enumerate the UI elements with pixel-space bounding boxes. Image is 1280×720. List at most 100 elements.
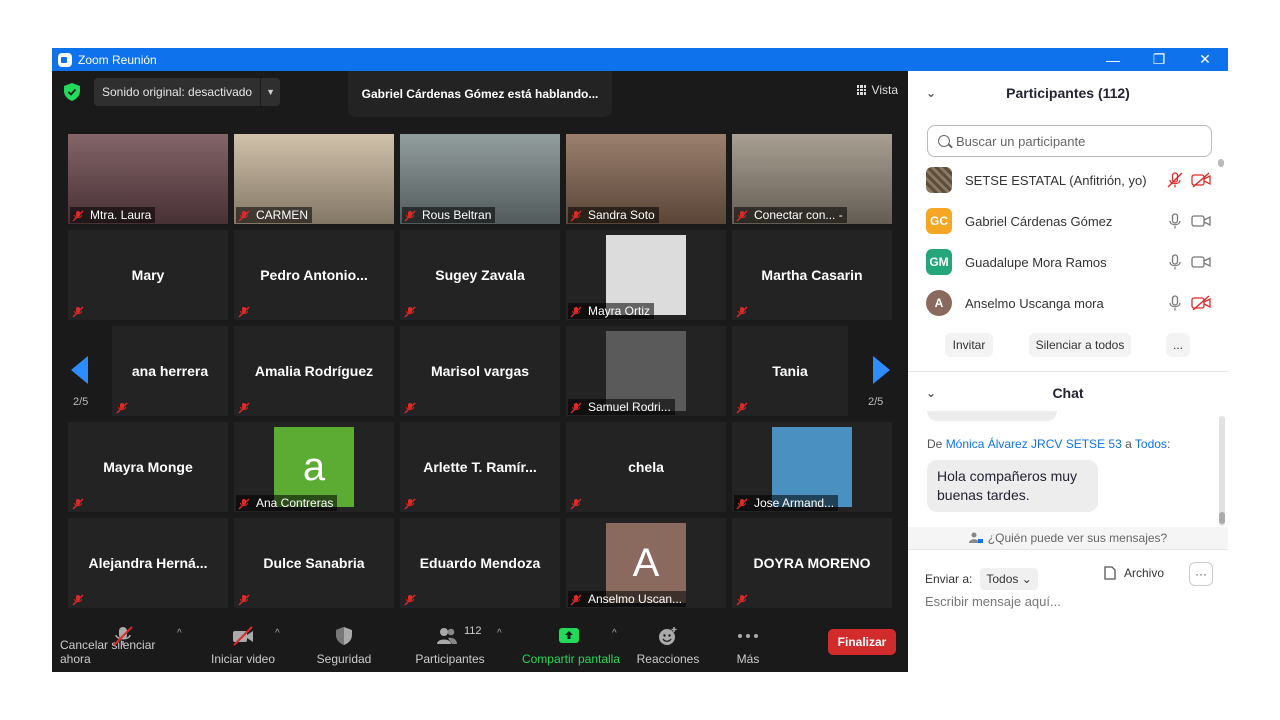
recipient-name[interactable]: Todos (1135, 437, 1167, 451)
chat-input-divider (908, 549, 1228, 550)
participant-row[interactable]: SETSE ESTATAL (Anfitrión, yo) (926, 166, 1211, 194)
video-camera-icon[interactable] (1191, 213, 1211, 229)
sender-name[interactable]: Mónica Álvarez JRCV SETSE 53 (946, 437, 1122, 451)
participant-tile[interactable]: Mayra Ortiz (566, 230, 726, 320)
previous-page-arrow-icon[interactable] (71, 356, 89, 384)
file-button[interactable]: Archivo (1104, 566, 1164, 580)
next-page-arrow-icon[interactable] (872, 356, 890, 384)
unmute-button[interactable]: Cancelar silenciar ahora (60, 618, 188, 672)
chat-collapse-chevron-icon[interactable]: ⌄ (926, 386, 936, 400)
who-can-see-label: ¿Quién puede ver sus mensajes? (987, 531, 1168, 545)
minimize-button[interactable]: — (1090, 48, 1136, 71)
more-dots-icon (738, 634, 758, 638)
participant-tile[interactable]: a Ana Contreras (234, 422, 394, 512)
colon: : (1166, 437, 1171, 451)
participant-search-input[interactable]: Buscar un participante (927, 125, 1212, 157)
end-meeting-button[interactable]: Finalizar (828, 629, 896, 655)
video-camera-icon[interactable] (1191, 254, 1211, 270)
participant-row[interactable]: GC Gabriel Cárdenas Gómez (926, 207, 1211, 235)
reactions-button[interactable]: Reacciones (632, 618, 704, 672)
microphone-icon[interactable] (1165, 213, 1185, 229)
original-sound-toggle[interactable]: Sonido original: desactivado ▼ (94, 78, 281, 106)
participant-tile[interactable]: Jose Armand... (732, 422, 892, 512)
participant-tile[interactable]: A Anselmo Uscan... (566, 518, 726, 608)
avatar (926, 167, 952, 193)
send-to-label: Enviar a: (925, 572, 973, 586)
participant-tile[interactable]: Sugey Zavala (400, 230, 560, 320)
page-indicator-right: 2/5 (868, 396, 884, 408)
audio-options-caret-icon[interactable]: ^ (177, 628, 182, 639)
participant-tile[interactable]: CARMEN (234, 134, 394, 224)
participant-tile[interactable]: Mtra. Laura (68, 134, 228, 224)
more-button[interactable]: Más (724, 618, 772, 672)
start-video-button[interactable]: Iniciar video (202, 618, 284, 672)
microphone-icon[interactable] (1165, 254, 1185, 270)
who-can-see-messages[interactable]: ¿Quién puede ver sus mensajes? (908, 527, 1228, 549)
chevron-down-icon[interactable]: ▼ (260, 78, 280, 106)
share-options-caret-icon[interactable]: ^ (612, 628, 617, 639)
person-lock-icon (968, 532, 983, 543)
participant-tile[interactable]: Sandra Soto (566, 134, 726, 224)
participant-tile[interactable]: Marisol vargas (400, 326, 560, 416)
participant-name: Alejandra Herná... (88, 555, 208, 571)
participant-name: SETSE ESTATAL (Anfitrión, yo) (965, 172, 1147, 188)
invite-button[interactable]: Invitar (945, 333, 993, 357)
participants-more-button[interactable]: ... (1166, 333, 1190, 357)
chat-scroll-track[interactable] (1219, 416, 1225, 526)
participant-tile[interactable]: Eduardo Mendoza (400, 518, 560, 608)
security-label: Seguridad (316, 652, 372, 666)
microphone-muted-icon (736, 209, 748, 222)
participant-tile[interactable]: Rous Beltran (400, 134, 560, 224)
microphone-muted-icon[interactable] (1165, 172, 1185, 188)
security-button[interactable]: Seguridad (308, 618, 380, 672)
participant-tile[interactable]: Alejandra Herná... (68, 518, 228, 608)
participant-tile[interactable]: ana herrera (112, 326, 228, 416)
share-screen-button[interactable]: Compartir pantalla (518, 618, 624, 672)
window-title: Zoom Reunión (78, 52, 157, 67)
participant-tile[interactable]: Samuel Rodri... (566, 326, 726, 416)
participant-name: Tania (772, 363, 808, 379)
participant-tile[interactable]: Pedro Antonio... (234, 230, 394, 320)
participant-tile[interactable]: Mayra Monge (68, 422, 228, 512)
chat-more-button[interactable]: ··· (1189, 562, 1213, 586)
participant-tile[interactable]: Tania (732, 326, 848, 416)
microphone-muted-icon (570, 497, 582, 510)
title-bar: Zoom Reunión — ❐ ✕ (52, 48, 1228, 71)
participant-tile[interactable]: Arlette T. Ramír... (400, 422, 560, 512)
recipient-dropdown[interactable]: Todos ⌄ (980, 568, 1038, 590)
participant-tile[interactable]: chela (566, 422, 726, 512)
security-shield-icon[interactable] (64, 83, 80, 101)
microphone-icon[interactable] (1165, 295, 1185, 311)
view-button[interactable]: Vista (856, 83, 898, 97)
video-camera-off-icon[interactable] (1191, 172, 1211, 188)
participants-options-caret-icon[interactable]: ^ (497, 628, 502, 639)
microphone-muted-icon (570, 305, 582, 318)
participant-tile[interactable]: Dulce Sanabria (234, 518, 394, 608)
participant-tile[interactable]: Conectar con... - (732, 134, 892, 224)
microphone-muted-icon (736, 305, 748, 318)
search-icon (938, 135, 950, 147)
participants-scroll-thumb[interactable] (1218, 159, 1224, 167)
restore-button[interactable]: ❐ (1136, 48, 1182, 71)
participants-count: 112 (464, 625, 482, 637)
chat-scroll-thumb[interactable] (1219, 512, 1225, 524)
participant-tile[interactable]: Mary (68, 230, 228, 320)
video-camera-off-icon[interactable] (1191, 295, 1211, 311)
share-screen-label: Compartir pantalla (521, 652, 621, 666)
participant-tile[interactable]: DOYRA MORENO (732, 518, 892, 608)
mute-all-button[interactable]: Silenciar a todos (1029, 333, 1131, 357)
participant-name-label: Ana Contreras (236, 495, 338, 511)
microphone-muted-icon (238, 305, 250, 318)
participant-tile[interactable]: Amalia Rodríguez (234, 326, 394, 416)
collapse-chevron-icon[interactable]: ⌄ (926, 86, 936, 100)
participant-row[interactable]: GM Guadalupe Mora Ramos (926, 248, 1211, 276)
participant-tile[interactable]: Martha Casarin (732, 230, 892, 320)
video-options-caret-icon[interactable]: ^ (275, 628, 280, 639)
participants-button[interactable]: 112 Participantes (408, 618, 492, 672)
chat-message-input[interactable]: Escribir mensaje aquí... (925, 594, 1061, 609)
close-button[interactable]: ✕ (1182, 48, 1228, 71)
shield-icon (336, 627, 352, 645)
search-placeholder: Buscar un participante (956, 133, 1086, 149)
participant-row[interactable]: A Anselmo Uscanga mora (926, 289, 1211, 317)
video-camera-off-icon (233, 626, 253, 646)
